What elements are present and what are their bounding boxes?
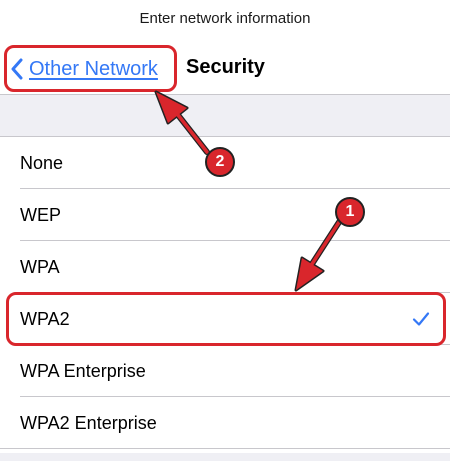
back-button-other-network[interactable]: Other Network: [10, 54, 158, 84]
security-options-list: None WEP WPA WPA2 WPA Enterprise WPA2 En…: [0, 137, 450, 449]
security-option-label: WPA2: [20, 308, 70, 329]
network-info-prompt: Enter network information: [139, 10, 311, 27]
security-option-label: None: [20, 152, 64, 173]
security-option-wpa2-enterprise[interactable]: WPA2 Enterprise: [0, 397, 450, 449]
chevron-left-icon: [11, 58, 23, 80]
security-option-label: WPA: [20, 256, 60, 277]
step-badge-2: 2: [205, 147, 235, 177]
security-option-wpa[interactable]: WPA: [0, 241, 450, 293]
section-footer: [0, 453, 450, 461]
security-option-label: WPA2 Enterprise: [20, 412, 157, 433]
security-option-label: WPA Enterprise: [20, 360, 146, 381]
security-option-label: WEP: [20, 204, 62, 225]
security-option-wpa-enterprise[interactable]: WPA Enterprise: [0, 345, 450, 397]
back-button-label: Other Network: [29, 57, 158, 80]
checkmark-icon: [412, 312, 430, 326]
security-option-wpa2[interactable]: WPA2: [0, 293, 450, 345]
security-option-wep[interactable]: WEP: [0, 189, 450, 241]
section-spacer: [0, 95, 450, 136]
step-badge-1: 1: [335, 197, 365, 227]
page-title: Security: [186, 56, 265, 78]
